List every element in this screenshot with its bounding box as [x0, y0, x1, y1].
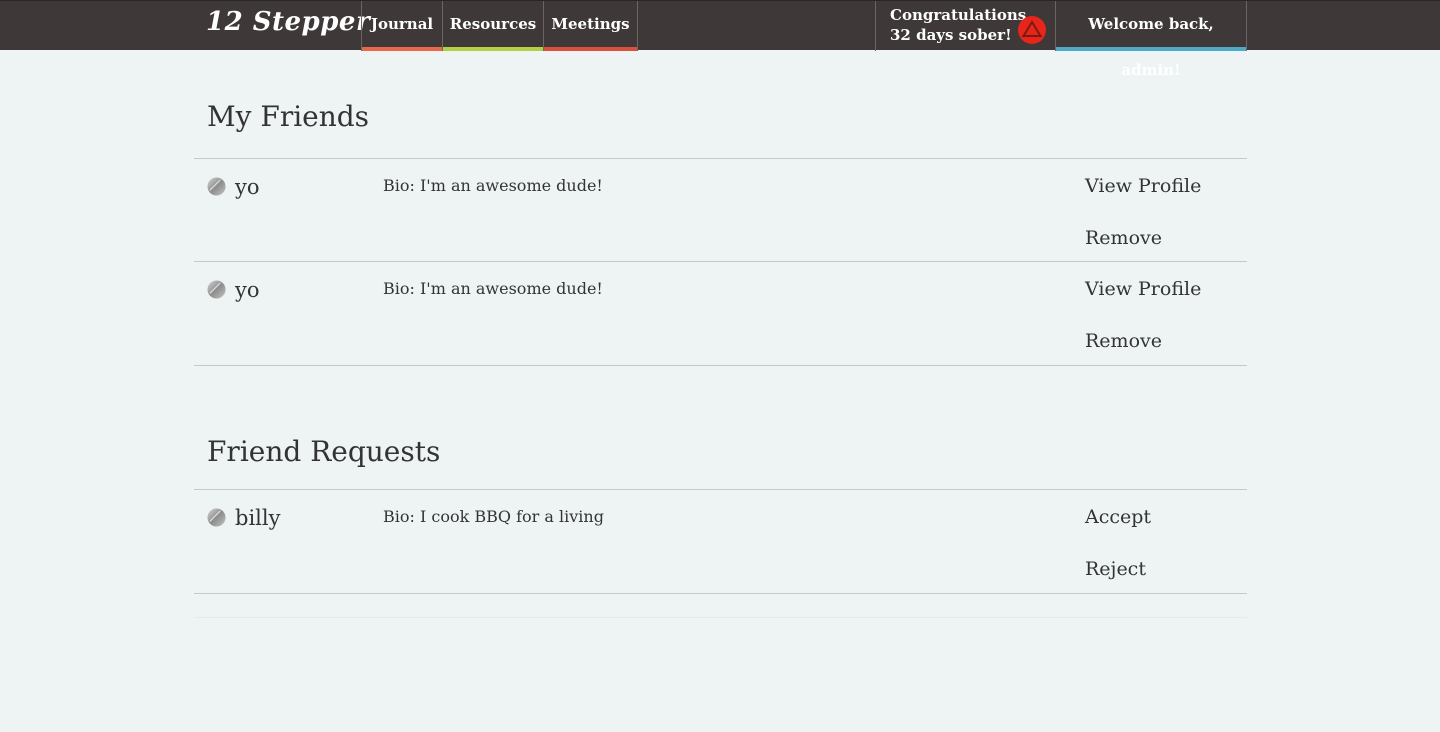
friend-bio: Bio: I'm an awesome dude!	[383, 279, 603, 298]
nav-resources-accent	[443, 47, 543, 51]
requester-name[interactable]: billy	[235, 506, 280, 530]
avatar-icon	[207, 280, 226, 299]
friend-row: yo Bio: I'm an awesome dude! View Profil…	[194, 158, 1247, 262]
accept-request-link[interactable]: Accept	[1085, 506, 1151, 528]
congrats-line1: Congratulations,	[890, 6, 1032, 24]
reject-request-link[interactable]: Reject	[1085, 558, 1146, 580]
nav-resources[interactable]: Resources	[442, 1, 543, 51]
nav-resources-label: Resources	[449, 15, 537, 33]
friends-heading: My Friends	[207, 100, 370, 133]
nav-journal-label: Journal	[370, 15, 434, 33]
nav-meetings-label: Meetings	[551, 15, 630, 33]
remove-friend-link[interactable]: Remove	[1085, 330, 1162, 352]
friend-bio: Bio: I'm an awesome dude!	[383, 176, 603, 195]
friend-name[interactable]: yo	[235, 175, 260, 199]
user-menu[interactable]: Welcome back, admin!	[1055, 1, 1247, 79]
user-menu-accent	[1056, 47, 1246, 51]
nav-meetings[interactable]: Meetings	[543, 1, 638, 51]
congrats-line2: 32 days sober!	[890, 26, 1012, 44]
remove-friend-link[interactable]: Remove	[1085, 227, 1162, 249]
requester-bio: Bio: I cook BBQ for a living	[383, 507, 604, 526]
nav-meetings-accent	[544, 47, 637, 51]
avatar-icon	[207, 508, 226, 527]
friend-name[interactable]: yo	[235, 278, 260, 302]
nav-journal[interactable]: Journal	[361, 1, 442, 51]
sobriety-status: Congratulations, 32 days sober!	[875, 1, 1055, 51]
nav-journal-accent	[362, 47, 442, 51]
friend-requests-heading: Friend Requests	[207, 435, 441, 468]
request-row: billy Bio: I cook BBQ for a living Accep…	[194, 489, 1247, 594]
content-footer-divider	[194, 617, 1247, 618]
view-profile-link[interactable]: View Profile	[1085, 278, 1201, 300]
friend-row: yo Bio: I'm an awesome dude! View Profil…	[194, 261, 1247, 366]
brand-logo[interactable]: 12 Stepper	[206, 7, 370, 37]
top-navbar: 12 Stepper Journal Resources Meetings Co…	[0, 0, 1440, 79]
avatar-icon	[207, 177, 226, 196]
sobriety-medallion-icon[interactable]	[1017, 15, 1047, 45]
view-profile-link[interactable]: View Profile	[1085, 175, 1201, 197]
